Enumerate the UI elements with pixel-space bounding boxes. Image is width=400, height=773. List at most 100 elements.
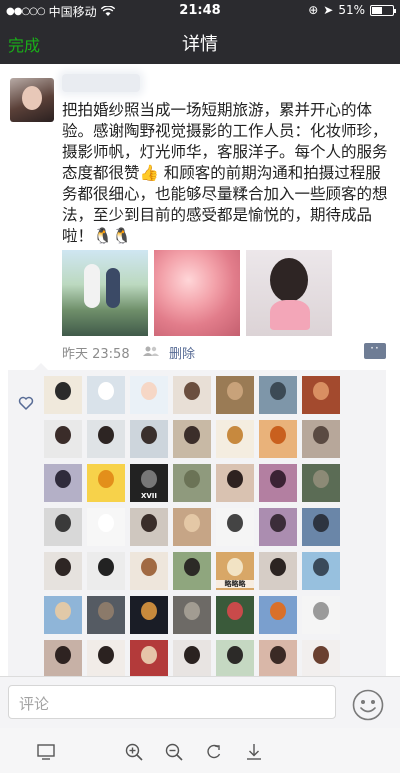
battery-percent: 51%	[338, 3, 365, 17]
liker-avatar[interactable]	[259, 464, 297, 502]
liker-avatar[interactable]	[44, 464, 82, 502]
liker-avatar-figure	[184, 382, 200, 400]
liker-avatar-figure	[55, 382, 71, 400]
battery-fill	[372, 6, 382, 14]
liker-avatar[interactable]	[173, 596, 211, 634]
screen-icon[interactable]	[36, 742, 56, 762]
liker-avatar[interactable]	[302, 464, 340, 502]
liker-avatar[interactable]	[44, 508, 82, 546]
liker-avatar-figure	[184, 514, 200, 532]
liker-avatar[interactable]	[259, 508, 297, 546]
liker-avatar[interactable]	[302, 640, 340, 676]
liker-avatar-figure	[184, 558, 200, 576]
liker-avatar-figure	[313, 602, 329, 620]
smiley-icon[interactable]	[352, 689, 384, 721]
photo-woman-with-flowers[interactable]	[246, 250, 332, 336]
liker-avatar[interactable]	[173, 552, 211, 590]
liker-avatar-figure	[141, 470, 157, 488]
liker-avatar[interactable]	[44, 552, 82, 590]
liker-avatar-figure	[98, 602, 114, 620]
liker-avatar[interactable]	[302, 596, 340, 634]
liker-avatar[interactable]	[130, 552, 168, 590]
liker-avatar-figure	[270, 382, 286, 400]
liker-avatar[interactable]	[87, 376, 125, 414]
liker-avatar-figure	[55, 558, 71, 576]
liker-avatar-figure	[313, 646, 329, 664]
liker-avatar[interactable]	[87, 508, 125, 546]
liker-avatar[interactable]	[87, 552, 125, 590]
liker-avatar[interactable]	[173, 464, 211, 502]
liker-avatar[interactable]	[130, 640, 168, 676]
comment-input[interactable]: 评论	[8, 685, 336, 719]
photo-grid	[62, 250, 332, 336]
liker-avatar[interactable]	[87, 420, 125, 458]
liker-avatar-figure	[141, 514, 157, 532]
liker-avatar[interactable]	[216, 640, 254, 676]
liker-avatar-figure	[227, 514, 243, 532]
author-avatar[interactable]	[10, 78, 54, 122]
zoom-out-icon[interactable]	[164, 742, 184, 762]
liker-avatar-figure	[141, 646, 157, 664]
liker-avatar[interactable]	[173, 508, 211, 546]
liker-avatar[interactable]	[130, 376, 168, 414]
liker-avatar[interactable]	[216, 376, 254, 414]
liker-avatar[interactable]	[302, 552, 340, 590]
liker-avatar[interactable]	[130, 420, 168, 458]
photo-couple-bicycle[interactable]	[62, 250, 148, 336]
liker-avatar[interactable]	[216, 464, 254, 502]
liker-avatar-figure	[227, 382, 243, 400]
bottom-toolbar	[0, 728, 400, 773]
author-name-blurred[interactable]	[62, 74, 140, 92]
liker-avatar-grid: XVII 略略略	[44, 376, 348, 676]
orientation-lock-icon: ⊕	[308, 3, 319, 17]
liker-avatar-figure	[313, 558, 329, 576]
liker-avatar[interactable]	[259, 640, 297, 676]
liker-avatar[interactable]	[130, 508, 168, 546]
privacy-icon	[143, 346, 159, 356]
liker-avatar[interactable]	[130, 596, 168, 634]
liker-avatar-figure	[184, 470, 200, 488]
liker-avatar[interactable]	[259, 376, 297, 414]
liker-avatar-figure	[55, 514, 71, 532]
liker-avatar-figure	[270, 426, 286, 444]
battery-icon	[370, 4, 396, 16]
liker-avatar[interactable]	[44, 596, 82, 634]
navigation-bar: 完成 详情	[0, 20, 400, 64]
comment-bar: 评论	[0, 676, 400, 728]
liker-avatar[interactable]	[44, 420, 82, 458]
liker-avatar[interactable]	[259, 596, 297, 634]
liker-avatar-figure	[270, 602, 286, 620]
status-bar: ●●○○○ 中国移动 21:48 ⊕ ➤ 51%	[0, 0, 400, 20]
liker-avatar[interactable]	[259, 420, 297, 458]
liker-avatar[interactable]	[44, 640, 82, 676]
liker-avatar[interactable]	[216, 420, 254, 458]
liker-avatar[interactable]: XVII	[130, 464, 168, 502]
photo-pink-flowers[interactable]	[154, 250, 240, 336]
liker-avatar[interactable]	[302, 508, 340, 546]
liker-avatar[interactable]	[87, 640, 125, 676]
liker-avatar-figure	[98, 382, 114, 400]
more-actions-icon[interactable]: ··	[364, 342, 386, 359]
liker-avatar[interactable]	[87, 596, 125, 634]
liker-avatar-caption: XVII	[140, 492, 158, 500]
download-icon[interactable]	[244, 742, 264, 762]
zoom-in-icon[interactable]	[124, 742, 144, 762]
liker-avatar[interactable]	[216, 596, 254, 634]
liker-avatar[interactable]	[173, 376, 211, 414]
liker-avatar[interactable]	[216, 508, 254, 546]
liker-avatar-figure	[55, 426, 71, 444]
rotate-icon[interactable]	[204, 742, 224, 762]
liker-avatar[interactable]	[87, 464, 125, 502]
liker-avatar[interactable]	[173, 420, 211, 458]
post-text: 把拍婚纱照当成一场短期旅游，累并开心的体验。感谢陶野视觉摄影的工作人员：化妆师珍…	[62, 101, 388, 245]
liker-avatar[interactable]	[44, 376, 82, 414]
delete-link[interactable]: 删除	[169, 343, 195, 362]
liker-avatar[interactable]	[302, 376, 340, 414]
liker-avatar-figure	[141, 426, 157, 444]
liker-avatar-figure	[55, 646, 71, 664]
moment-post: 把拍婚纱照当成一场短期旅游，累并开心的体验。感谢陶野视觉摄影的工作人员：化妆师珍…	[0, 64, 400, 676]
liker-avatar[interactable]: 略略略	[216, 552, 254, 590]
liker-avatar[interactable]	[259, 552, 297, 590]
liker-avatar[interactable]	[173, 640, 211, 676]
liker-avatar[interactable]	[302, 420, 340, 458]
